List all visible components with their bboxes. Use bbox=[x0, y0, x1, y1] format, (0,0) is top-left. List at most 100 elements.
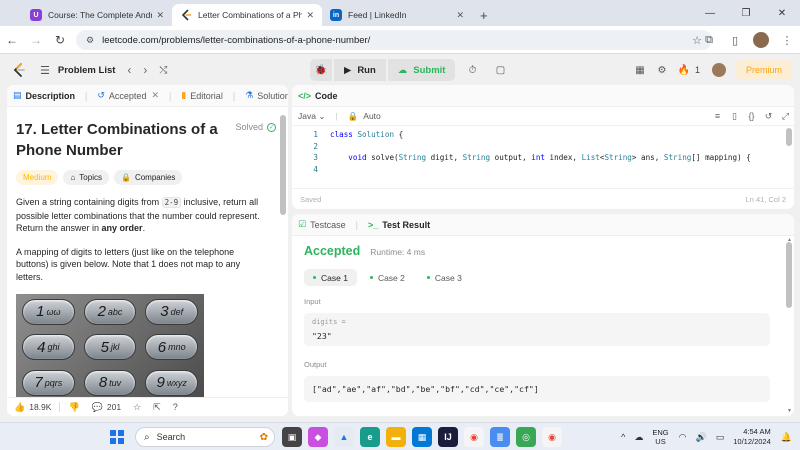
file-explorer-icon[interactable]: ▬ bbox=[386, 427, 406, 447]
braces-icon[interactable]: {} bbox=[743, 111, 760, 122]
tab-solutions[interactable]: ⚗ Solutions bbox=[245, 90, 288, 101]
language-indicator[interactable]: ENG US bbox=[652, 428, 668, 446]
minimize-icon[interactable]: — bbox=[692, 8, 728, 19]
clock[interactable]: 4:54 AM 10/12/2024 bbox=[733, 427, 771, 447]
android-studio-icon[interactable]: ◎ bbox=[516, 427, 536, 447]
maximize-icon[interactable]: ❐ bbox=[728, 8, 764, 19]
reload-icon[interactable]: ↻ bbox=[48, 33, 72, 47]
back-arrow-icon[interactable]: ← bbox=[0, 33, 24, 47]
forward-arrow-icon[interactable]: → bbox=[24, 33, 48, 47]
comment-icon[interactable]: 💬 bbox=[92, 402, 103, 413]
edge-icon[interactable]: e bbox=[360, 427, 380, 447]
wifi-icon[interactable]: ◠ bbox=[679, 432, 687, 443]
url-text: leetcode.com/problems/letter-combination… bbox=[102, 34, 371, 46]
extensions-icon[interactable]: ⧉ bbox=[696, 34, 722, 47]
notepad-icon[interactable]: ≣ bbox=[490, 427, 510, 447]
code-token: String bbox=[663, 153, 692, 162]
format-icon[interactable]: ≡ bbox=[709, 111, 726, 122]
windows-start-icon[interactable] bbox=[110, 430, 124, 444]
thumbs-up-icon[interactable]: 👍 bbox=[14, 402, 25, 413]
sidebar-icon[interactable]: ▯ bbox=[722, 34, 748, 47]
share-icon[interactable]: ⇱ bbox=[153, 402, 161, 413]
new-tab-icon[interactable]: + bbox=[472, 4, 496, 26]
pass-dot-icon bbox=[313, 276, 316, 279]
tab-editorial[interactable]: ▮ Editorial bbox=[181, 90, 222, 101]
case-tab-2[interactable]: Case 2 bbox=[361, 269, 414, 286]
browser-menu-icon[interactable]: ⋮ bbox=[774, 34, 800, 47]
language-select[interactable]: Java ⌄ bbox=[298, 111, 325, 122]
run-label: Run bbox=[357, 64, 376, 76]
browser-tab-linkedin[interactable]: in Feed | LinkedIn ✕ bbox=[322, 4, 472, 26]
battery-icon[interactable]: ▭ bbox=[716, 432, 725, 443]
tab-code[interactable]: </> Code bbox=[298, 91, 338, 101]
app-icon[interactable]: ▲ bbox=[334, 427, 354, 447]
leetcode-logo-icon[interactable] bbox=[12, 63, 26, 77]
tab-testcase[interactable]: ☑ Testcase bbox=[298, 219, 346, 230]
submit-button[interactable]: ☁ Submit bbox=[387, 59, 456, 81]
notification-bell-icon[interactable]: 🔔 bbox=[781, 432, 792, 443]
keypad-key: 4 ghi bbox=[22, 334, 75, 361]
editor-scrollbar[interactable] bbox=[786, 128, 792, 146]
task-view-icon[interactable]: ▣ bbox=[282, 427, 302, 447]
tab-description[interactable]: ▤ Description bbox=[13, 90, 75, 101]
fullscreen-icon[interactable]: ⤢ bbox=[777, 111, 794, 122]
weather-icon[interactable]: ☁ bbox=[634, 432, 643, 443]
close-tab-icon[interactable]: ✕ bbox=[156, 10, 164, 21]
scroll-down-icon[interactable]: ▼ bbox=[787, 408, 792, 414]
reset-icon[interactable]: ↺ bbox=[760, 111, 777, 122]
store-icon[interactable]: ▦ bbox=[412, 427, 432, 447]
companies-badge[interactable]: 🔒 Companies bbox=[113, 170, 183, 185]
volume-icon[interactable]: 🔊 bbox=[696, 432, 707, 443]
thumbs-down-icon[interactable]: 👎 bbox=[68, 402, 79, 413]
solved-label: Solved bbox=[235, 122, 263, 132]
profile-avatar[interactable] bbox=[753, 32, 769, 48]
streak-fire-icon[interactable]: 🔥 bbox=[673, 65, 695, 76]
intellij-icon[interactable]: IJ bbox=[438, 427, 458, 447]
favorite-star-icon[interactable]: ☆ bbox=[133, 402, 141, 413]
notes-icon[interactable]: ▢ bbox=[489, 59, 511, 81]
linkedin-favicon-icon: in bbox=[330, 9, 342, 21]
code-token: index bbox=[549, 153, 573, 162]
topics-badge[interactable]: ⌂ Topics bbox=[63, 170, 109, 185]
keypad-key: 3 def bbox=[145, 298, 198, 325]
tab-test-result-label: Test Result bbox=[382, 219, 431, 230]
user-avatar[interactable] bbox=[711, 63, 726, 77]
layout-grid-icon[interactable]: ▦ bbox=[629, 65, 651, 76]
close-tab-icon[interactable]: ✕ bbox=[306, 10, 314, 21]
problem-title[interactable]: 17. Letter Combinations of a Phone Numbe… bbox=[16, 119, 221, 161]
code-line: 2 bbox=[292, 141, 786, 153]
chrome-profile-icon[interactable]: ◉ bbox=[542, 427, 562, 447]
run-button[interactable]: ▶ Run bbox=[334, 59, 386, 81]
auto-mode-toggle[interactable]: 🔒 Auto bbox=[348, 111, 381, 122]
code-editor[interactable]: 1 class Solution { 2 3 void solve(String … bbox=[292, 129, 786, 179]
next-problem-icon[interactable]: › bbox=[143, 63, 147, 77]
flask-icon: ⚗ bbox=[245, 90, 254, 100]
premium-button[interactable]: Premium bbox=[735, 60, 792, 80]
description-scrollbar[interactable] bbox=[280, 115, 286, 215]
chrome-icon[interactable]: ◉ bbox=[464, 427, 484, 447]
debug-icon[interactable]: 🐞 bbox=[310, 59, 332, 81]
code-token: , bbox=[572, 153, 582, 162]
case-tab-3[interactable]: Case 3 bbox=[418, 269, 471, 286]
taskbar-search-input[interactable]: ⌕ Search ✿ bbox=[135, 427, 275, 447]
copilot-icon[interactable]: ◆ bbox=[308, 427, 328, 447]
tab-test-result[interactable]: >_ Test Result bbox=[368, 220, 430, 230]
close-window-icon[interactable]: ✕ bbox=[764, 8, 800, 19]
help-icon[interactable]: ? bbox=[173, 402, 178, 412]
tab-accepted[interactable]: ↺ Accepted ✕ bbox=[97, 90, 159, 101]
shuffle-icon[interactable]: ⤭ bbox=[159, 65, 167, 76]
browser-tab-leetcode[interactable]: Letter Combinations of a Phone ✕ bbox=[172, 4, 322, 26]
timer-icon[interactable]: ⏱ bbox=[461, 59, 483, 81]
close-tab-icon[interactable]: ✕ bbox=[456, 10, 464, 21]
close-tab-icon[interactable]: ✕ bbox=[151, 90, 159, 101]
chevron-up-icon[interactable]: ^ bbox=[621, 432, 625, 442]
case-tab-1[interactable]: Case 1 bbox=[304, 269, 357, 286]
bookmark-icon[interactable]: ▯ bbox=[726, 111, 743, 122]
problem-list-nav[interactable]: ☰ Problem List ‹ › ⤭ bbox=[40, 55, 167, 85]
settings-gear-icon[interactable]: ⚙ bbox=[651, 65, 673, 76]
site-info-icon[interactable]: ⚙ bbox=[86, 35, 94, 46]
url-input[interactable]: ⚙ leetcode.com/problems/letter-combinati… bbox=[76, 30, 712, 50]
result-scrollbar[interactable] bbox=[786, 242, 792, 308]
prev-problem-icon[interactable]: ‹ bbox=[127, 63, 131, 77]
browser-tab-course[interactable]: U Course: The Complete Android ✕ bbox=[22, 4, 172, 26]
